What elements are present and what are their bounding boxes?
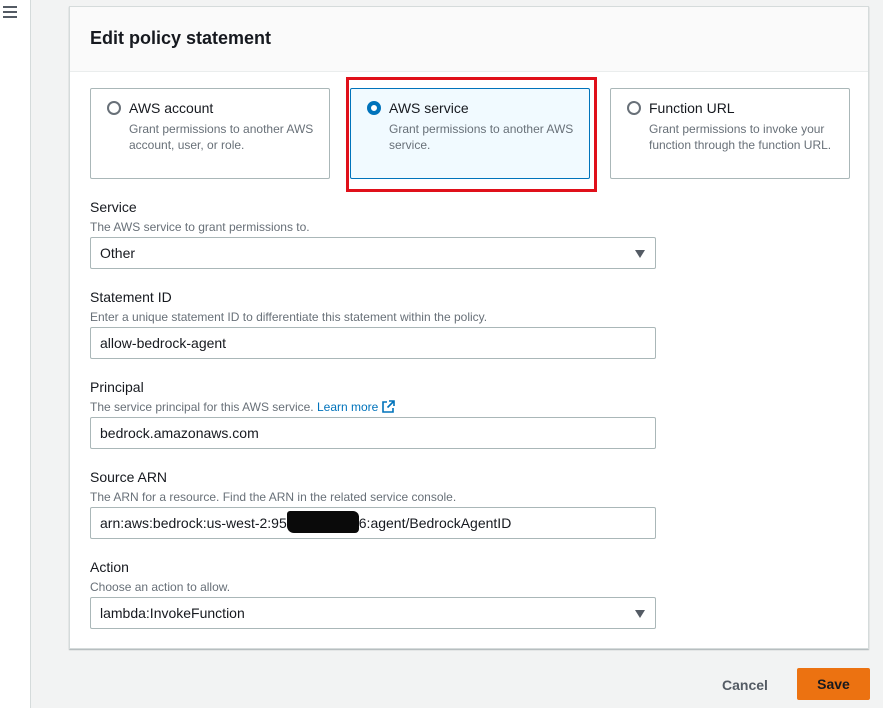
arn-prefix: arn:aws:bedrock:us-west-2:95	[100, 515, 287, 531]
tile-label: AWS service	[389, 100, 469, 116]
panel-header: Edit policy statement	[70, 7, 868, 72]
learn-more-link[interactable]: Learn more	[317, 400, 378, 414]
radio-button-selected[interactable]	[367, 101, 381, 115]
arn-suffix: 6:agent/BedrockAgentID	[358, 515, 512, 531]
tile-label: Function URL	[649, 100, 735, 116]
field-description: Enter a unique statement ID to different…	[90, 310, 488, 324]
field-label: Service	[90, 199, 137, 215]
caret-down-icon	[635, 250, 645, 258]
field-description: The service principal for this AWS servi…	[90, 399, 656, 415]
action-select[interactable]: lambda:InvokeFunction	[90, 597, 656, 629]
redacted-account-id	[286, 511, 359, 533]
save-button[interactable]: Save	[797, 668, 870, 700]
field-description: The ARN for a resource. Find the ARN in …	[90, 490, 457, 504]
source-arn-input[interactable]: arn:aws:bedrock:us-west-2:95 6:agent/Bedr…	[90, 507, 656, 539]
cancel-button[interactable]: Cancel	[714, 670, 776, 700]
field-label: Statement ID	[90, 289, 172, 305]
description-text: The service principal for this AWS servi…	[90, 400, 314, 414]
select-value: Other	[100, 245, 136, 261]
field-label: Source ARN	[90, 469, 168, 485]
action-field: Action Choose an action to allow. lambda…	[90, 558, 656, 629]
hamburger-menu-icon[interactable]	[3, 6, 17, 18]
principal-type-aws-service[interactable]: AWS service Grant permissions to another…	[350, 88, 590, 179]
principal-type-function-url[interactable]: Function URL Grant permissions to invoke…	[610, 88, 850, 179]
field-description: The AWS service to grant permissions to.	[90, 220, 310, 234]
radio-button[interactable]	[107, 101, 121, 115]
field-label: Action	[90, 559, 129, 575]
principal-field: Principal The service principal for this…	[90, 378, 656, 449]
source-arn-field: Source ARN The ARN for a resource. Find …	[90, 468, 656, 539]
radio-button[interactable]	[627, 101, 641, 115]
service-select[interactable]: Other	[90, 237, 656, 269]
tile-label: AWS account	[129, 100, 214, 116]
tile-description: Grant permissions to another AWS account…	[129, 122, 314, 152]
left-nav-rail	[0, 0, 31, 708]
caret-down-icon	[635, 610, 645, 618]
edit-policy-panel: Edit policy statement AWS account Grant …	[69, 6, 869, 649]
principal-type-aws-account[interactable]: AWS account Grant permissions to another…	[90, 88, 330, 179]
field-description: Choose an action to allow.	[90, 580, 231, 594]
select-value: lambda:InvokeFunction	[100, 605, 245, 621]
statement-id-input[interactable]: allow-bedrock-agent	[90, 327, 656, 359]
tile-description: Grant permissions to another AWS service…	[389, 122, 574, 152]
panel-title: Edit policy statement	[90, 28, 272, 48]
principal-input[interactable]: bedrock.amazonaws.com	[90, 417, 656, 449]
statement-id-field: Statement ID Enter a unique statement ID…	[90, 288, 656, 359]
external-link-icon[interactable]	[381, 400, 396, 414]
service-field: Service The AWS service to grant permiss…	[90, 198, 656, 269]
tile-description: Grant permissions to invoke your functio…	[649, 122, 832, 152]
field-label: Principal	[90, 379, 144, 395]
